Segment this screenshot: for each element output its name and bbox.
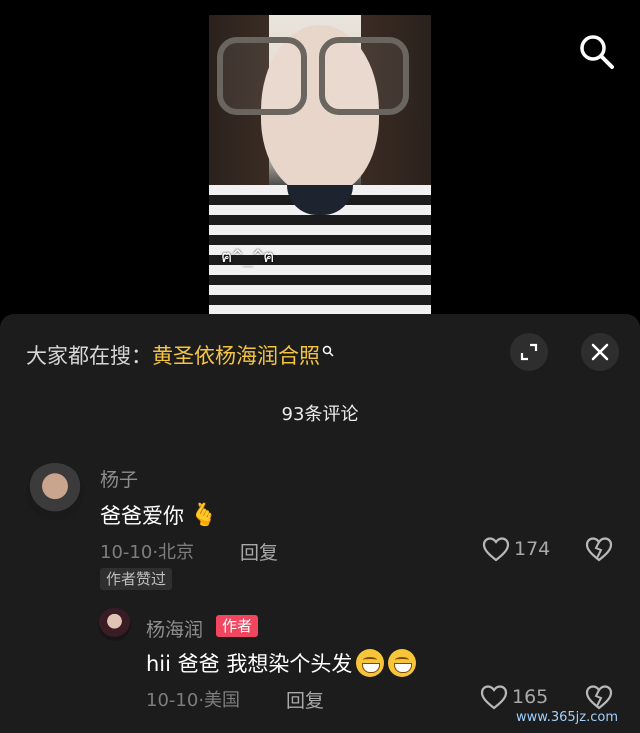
search-icon [580,35,614,69]
hot-search-query[interactable]: 黄圣依杨海润合照 [152,340,320,370]
heart-hand-emoji-icon: 🫰 [190,502,218,528]
video-player[interactable]: ฅ^_^ฅ [0,0,640,314]
author-tag: 作者 [216,615,259,637]
avatar[interactable] [26,463,84,521]
video-glasses-right [319,37,409,115]
close-icon [591,343,609,361]
broken-heart-icon [585,537,613,562]
comment-username[interactable]: 杨子 [100,465,138,492]
comment-meta: 10-10·北京 [100,542,195,563]
comment-location: 美国 [204,690,241,711]
expand-button[interactable] [510,333,548,371]
broken-heart-icon [585,685,613,710]
hot-search-bar[interactable]: 大家都在搜： 黄圣依杨海润合照 [26,340,334,370]
heart-icon [480,685,508,710]
like-count: 174 [514,538,551,560]
avatar[interactable] [98,608,131,641]
reply-button[interactable]: 回复 [240,538,278,565]
comment-meta: 10-10·美国 [146,690,241,711]
comment-text: hii 爸爸 我想染个头发 [146,648,417,678]
comment-text: 爸爸爱你 🫰 [100,500,217,530]
search-button[interactable] [575,30,619,74]
expand-icon [520,343,538,361]
comment-date: 10-10 [100,542,153,563]
comment-body: hii 爸爸 我想染个头发 [146,652,353,676]
comment-body: 爸爸爱你 [100,504,184,528]
reply-button[interactable]: 回复 [286,686,324,713]
dislike-button[interactable] [585,536,613,566]
comment-username[interactable]: 杨海润 [146,615,203,642]
watermark: www.365jz.com [516,710,618,725]
small-search-icon [322,345,334,357]
hot-search-prefix: 大家都在搜： [26,344,152,368]
like-button[interactable]: 165 [480,684,548,710]
author-liked-badge: 作者赞过 [100,568,173,590]
video-sticker-text: ฅ^_^ฅ [221,247,275,267]
grinning-face-emoji-icon [356,649,385,677]
comment-location: 北京 [158,542,195,563]
video-glasses-left [217,37,307,115]
close-button[interactable] [581,333,619,371]
grinning-face-emoji-icon [388,649,417,677]
like-button[interactable]: 174 [482,536,550,562]
video-frame[interactable]: ฅ^_^ฅ [209,15,431,314]
like-count: 165 [512,686,549,708]
comment-date: 10-10 [146,690,199,711]
comment-count: 93条评论 [281,404,359,425]
heart-icon [482,537,510,562]
